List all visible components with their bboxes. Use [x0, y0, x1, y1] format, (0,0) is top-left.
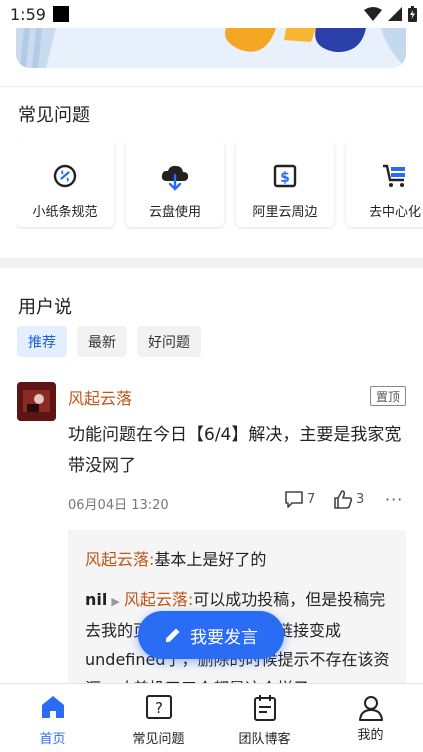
nav-faq[interactable]: ? 常见问题: [106, 684, 211, 752]
like-button[interactable]: 3: [333, 490, 364, 509]
status-icons: [364, 6, 417, 22]
reply-arrow-icon: ▶: [111, 595, 120, 608]
user-says-title: 用户说: [18, 297, 72, 318]
question-icon: ?: [106, 694, 211, 722]
nav-home[interactable]: 首页: [0, 684, 105, 752]
reply-list: 风起云落:基本上是好了的 nil▶风起云落:可以成功投稿，但是投稿完去我的页面查…: [68, 530, 406, 690]
thumbs-up-icon: [334, 490, 353, 509]
tab-recommended[interactable]: 推荐: [17, 326, 67, 357]
comment-icon: [285, 491, 303, 508]
reply-author[interactable]: 风起云落:: [85, 550, 154, 569]
home-icon: [0, 694, 105, 722]
dollar-box-icon: $: [236, 163, 334, 189]
nav-label: 我的: [357, 728, 384, 743]
faq-card-note-rules[interactable]: 小纸条规范: [16, 141, 114, 227]
cart-icon: [346, 163, 423, 189]
banner-image[interactable]: [16, 28, 406, 68]
nav-label: 常见问题: [132, 732, 185, 747]
faq-card-label: 小纸条规范: [32, 205, 98, 220]
section-separator: [0, 258, 423, 268]
cloud-download-icon: [126, 163, 224, 191]
post-button-label: 我要发言: [190, 627, 258, 648]
signal-icon: [388, 7, 402, 21]
faq-card-decentralized[interactable]: 去中心化: [346, 141, 423, 227]
wifi-icon: [364, 7, 382, 21]
comment-count: 7: [307, 491, 316, 507]
nav-mine[interactable]: 我的: [318, 684, 423, 752]
reply-text: 基本上是好了的: [154, 550, 267, 569]
pencil-icon: [166, 628, 180, 642]
divider: [0, 86, 423, 87]
pinned-badge: 置顶: [370, 386, 406, 406]
faq-card-label: 云盘使用: [148, 205, 201, 220]
faq-card-label: 阿里云周边: [252, 205, 318, 220]
post-author-name[interactable]: 风起云落: [68, 385, 132, 409]
reply-to-author[interactable]: 风起云落:: [124, 590, 193, 609]
banner-illustration: [16, 28, 406, 68]
nav-team-blog[interactable]: 团队博客: [212, 684, 317, 752]
like-count: 3: [356, 492, 365, 507]
tab-latest[interactable]: 最新: [77, 326, 127, 357]
faq-card-aliyun-merch[interactable]: $ 阿里云周边: [236, 141, 334, 227]
calendar-note-icon: [212, 694, 317, 722]
more-icon: ···: [385, 490, 404, 509]
person-icon: [318, 694, 423, 722]
post-button[interactable]: 我要发言: [138, 611, 284, 659]
reply-author[interactable]: nil: [85, 590, 107, 609]
nav-label: 团队博客: [238, 732, 291, 747]
bottom-nav: 首页 ? 常见问题 团队博客 我的: [0, 683, 423, 752]
comment-button[interactable]: 7: [284, 490, 315, 508]
avatar[interactable]: [17, 382, 56, 421]
svg-text:?: ?: [155, 699, 163, 717]
more-options-button[interactable]: ···: [385, 490, 403, 509]
faq-card-cloud-drive[interactable]: 云盘使用: [126, 141, 224, 227]
notification-icon: [53, 6, 69, 22]
status-time: 1:59: [10, 5, 46, 24]
battery-icon: [408, 6, 417, 22]
filter-tabs: 推荐 最新 好问题: [17, 326, 201, 357]
tab-good-questions[interactable]: 好问题: [137, 326, 201, 357]
reply-item[interactable]: 风起云落:基本上是好了的: [85, 545, 395, 574]
faq-section-title: 常见问题: [18, 105, 90, 126]
faq-card-label: 去中心化: [368, 205, 421, 220]
post-date: 06月04日 13:20: [68, 498, 169, 513]
faq-card-row[interactable]: 小纸条规范 云盘使用 $ 阿里云周边 去中心化: [16, 141, 423, 229]
nav-label: 首页: [39, 732, 66, 747]
note-link-icon: [16, 163, 114, 189]
post-content[interactable]: 功能问题在今日【6/4】解决，主要是我家宽带没网了: [68, 420, 413, 482]
svg-text:$: $: [280, 170, 290, 186]
status-bar: 1:59: [0, 0, 423, 28]
